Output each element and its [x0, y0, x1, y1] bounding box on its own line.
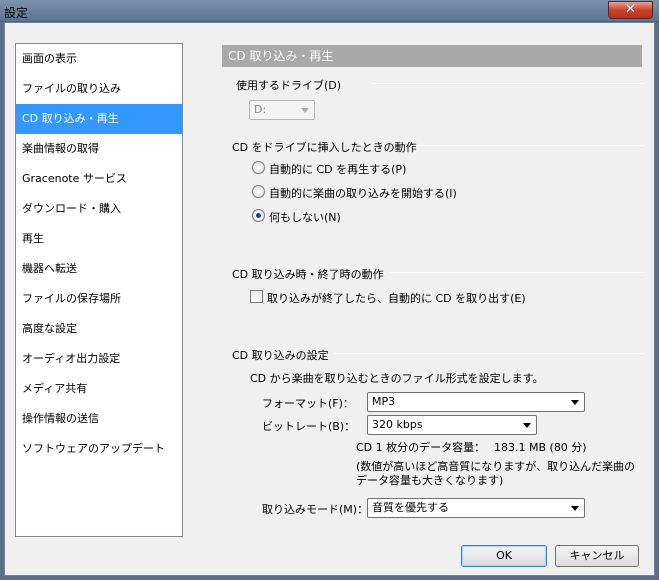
bitrate-select[interactable]: 320 kbps [367, 415, 537, 435]
sidebar-item-advanced[interactable]: 高度な設定 [16, 314, 182, 344]
drive-group-divider [372, 83, 644, 84]
sidebar-item-playback[interactable]: 再生 [16, 224, 182, 254]
rip-mode-select-value: 音質を優先する [372, 501, 449, 514]
dialog-client: 画面の表示 ファイルの取り込み CD 取り込み・再生 楽曲情報の取得 Grace… [4, 22, 655, 576]
ok-button[interactable]: OK [461, 545, 547, 567]
sidebar-item-download-purchase[interactable]: ダウンロード・購入 [16, 194, 182, 224]
rip-settings-description: CD から楽曲を取り込むときのファイル形式を設定します。 [250, 372, 544, 385]
rip-end-group-title: CD 取り込み時・終了時の動作 [232, 268, 384, 281]
capacity-label: CD 1 枚分のデータ容量： [356, 441, 486, 454]
drive-group-title: 使用するドライブ(D) [236, 79, 342, 92]
close-button[interactable]: ✕ [608, 1, 653, 19]
sidebar-item-gracenote[interactable]: Gracenote サービス [16, 164, 182, 194]
auto-eject-checkbox[interactable] [250, 290, 263, 303]
rip-settings-group-title: CD 取り込みの設定 [232, 349, 329, 362]
rip-settings-group-divider [334, 353, 644, 354]
sidebar-item-file-import[interactable]: ファイルの取り込み [16, 74, 182, 104]
format-select[interactable]: MP3 [367, 392, 585, 412]
format-select-value: MP3 [372, 395, 396, 408]
rip-end-group-divider [390, 272, 644, 273]
radio-auto-rip[interactable] [252, 185, 265, 198]
radio-do-nothing[interactable] [252, 209, 265, 222]
sidebar-item-cd-rip-play[interactable]: CD 取り込み・再生 [16, 104, 182, 134]
sidebar-item-software-update[interactable]: ソフトウェアのアップデート [16, 434, 182, 464]
sidebar-item-audio-output[interactable]: オーディオ出力設定 [16, 344, 182, 374]
cancel-button[interactable]: キャンセル [555, 545, 639, 567]
chevron-down-icon [571, 400, 579, 405]
rip-mode-select[interactable]: 音質を優先する [367, 498, 585, 518]
quality-note-line2: データ容量も大きくなります) [356, 474, 504, 487]
window-title: 設定 [4, 6, 29, 20]
sidebar-item-usage-info[interactable]: 操作情報の送信 [16, 404, 182, 434]
drive-select[interactable]: D: [249, 100, 315, 120]
title-bar: 設定 ✕ [0, 0, 659, 22]
sidebar-item-media-sharing[interactable]: メディア共有 [16, 374, 182, 404]
insert-action-group-title: CD をドライブに挿入したときの動作 [232, 141, 417, 154]
bitrate-label: ビットレート(B)： [262, 420, 356, 433]
sidebar-item-display[interactable]: 画面の表示 [16, 44, 182, 74]
sidebar-item-file-location[interactable]: ファイルの保存場所 [16, 284, 182, 314]
radio-auto-play[interactable] [252, 161, 265, 174]
auto-eject-label[interactable]: 取り込みが終了したら、自動的に CD を取り出す(E) [267, 290, 526, 306]
radio-auto-rip-label[interactable]: 自動的に楽曲の取り込みを開始する(I) [269, 185, 457, 201]
close-icon: ✕ [625, 2, 636, 17]
radio-do-nothing-label[interactable]: 何もしない(N) [269, 209, 341, 225]
chevron-down-icon [301, 108, 309, 113]
drive-select-value: D: [254, 103, 267, 116]
panel-header: CD 取り込み・再生 [222, 45, 642, 67]
sidebar-item-device-transfer[interactable]: 機器へ転送 [16, 254, 182, 284]
bitrate-select-value: 320 kbps [372, 418, 423, 431]
format-label: フォーマット(F)： [262, 397, 354, 410]
chevron-down-icon [523, 423, 531, 428]
settings-category-list: 画面の表示 ファイルの取り込み CD 取り込み・再生 楽曲情報の取得 Grace… [15, 43, 183, 537]
rip-mode-label: 取り込みモード(M)： [262, 503, 369, 516]
capacity-value: 183.1 MB (80 分) [494, 441, 587, 454]
sidebar-item-track-info[interactable]: 楽曲情報の取得 [16, 134, 182, 164]
radio-auto-play-label[interactable]: 自動的に CD を再生する(P) [269, 161, 406, 177]
insert-action-group-divider [412, 145, 644, 146]
chevron-down-icon [571, 506, 579, 511]
